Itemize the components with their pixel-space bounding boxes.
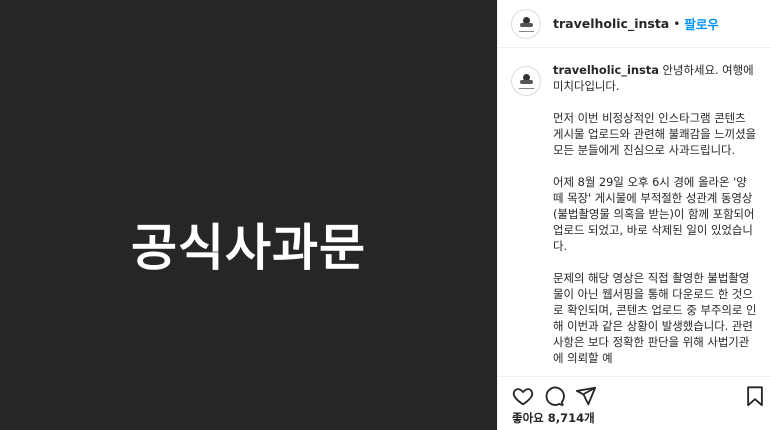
header-username[interactable]: travelholic_insta bbox=[553, 16, 669, 31]
instagram-post: 공식사과문 travelholic_insta • 팔로우 travelholi… bbox=[0, 0, 770, 430]
caption-username[interactable]: travelholic_insta bbox=[553, 63, 659, 77]
avatar[interactable] bbox=[511, 8, 541, 39]
post-image-text: 공식사과문 bbox=[131, 219, 366, 277]
action-bar bbox=[498, 376, 770, 408]
heart-icon[interactable] bbox=[512, 385, 534, 407]
post-header: travelholic_insta • 팔로우 bbox=[498, 0, 770, 48]
caption: travelholic_insta 안녕하세요. 여행에 미치다입니다. 먼저 … bbox=[498, 62, 770, 366]
caption-paragraph: 어제 8월 29일 오후 6시 경에 올라온 '양떼 목장' 게시물에 부적절한… bbox=[553, 175, 755, 253]
follow-button[interactable]: 팔로우 bbox=[684, 14, 719, 33]
caption-paragraph: 문제의 해당 영상은 직접 촬영한 불법촬영물이 아닌 웹서핑을 통해 다운로드… bbox=[553, 271, 757, 365]
caption-avatar[interactable] bbox=[511, 66, 541, 96]
post-sidebar: travelholic_insta • 팔로우 travelholic_inst… bbox=[497, 0, 770, 430]
comment-icon[interactable] bbox=[543, 385, 565, 407]
bookmark-icon[interactable] bbox=[744, 385, 766, 407]
likes-count[interactable]: 좋아요 8,714개 bbox=[512, 410, 595, 426]
post-image[interactable]: 공식사과문 bbox=[0, 0, 497, 430]
header-separator: • bbox=[673, 16, 681, 31]
comments-area[interactable]: travelholic_insta 안녕하세요. 여행에 미치다입니다. 먼저 … bbox=[498, 62, 770, 374]
share-icon[interactable] bbox=[575, 385, 597, 407]
caption-paragraph: 먼저 이번 비정상적인 인스타그램 콘텐츠 게시물 업로드와 관련해 불쾌감을 … bbox=[553, 111, 757, 157]
caption-body: travelholic_insta 안녕하세요. 여행에 미치다입니다. 먼저 … bbox=[553, 62, 757, 366]
